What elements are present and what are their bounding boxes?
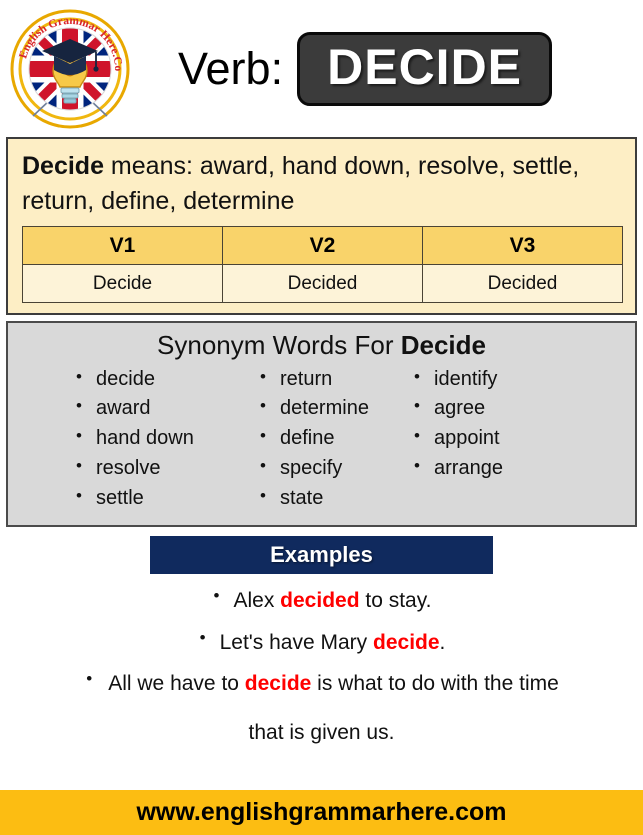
list-item: All we have to decide is what to do with…: [0, 657, 643, 747]
list-item: return: [258, 364, 412, 395]
verb-label: Verb:: [178, 43, 284, 94]
list-item: state: [258, 483, 412, 514]
example-3-keyword: decide: [244, 672, 312, 696]
meaning-panel: Decide means: award, hand down, resolve,…: [6, 137, 637, 315]
list-item: settle: [74, 483, 258, 514]
list-item: Alex decided to stay.: [0, 574, 643, 615]
example-text-2: Let's have Mary decide.: [198, 627, 446, 657]
example-2-pre: Let's have Mary: [219, 630, 374, 654]
examples-title: Examples: [270, 542, 373, 568]
list-item: Let's have Mary decide.: [0, 616, 643, 657]
synonyms-title-word: Decide: [400, 330, 486, 360]
example-2-post: .: [439, 630, 446, 654]
example-text-1: Alex decided to stay.: [211, 585, 432, 615]
synonyms-column-1: decide award hand down resolve settle: [74, 364, 258, 514]
list-item: determine: [258, 393, 412, 424]
table-header-row: V1 V2 V3: [22, 226, 623, 265]
list-item: agree: [412, 393, 562, 424]
example-1-keyword: decided: [280, 589, 360, 613]
list-item: arrange: [412, 453, 562, 484]
meaning-lead: means:: [103, 152, 200, 180]
list-item: appoint: [412, 423, 562, 454]
example-3-pre: All we have to: [108, 672, 245, 696]
synonyms-column-2: return determine define specify state: [258, 364, 412, 514]
cell-v3: Decided: [422, 264, 623, 303]
list-item: specify: [258, 453, 412, 484]
synonyms-title-prefix: Synonym Words For: [157, 330, 401, 360]
verb-word-box: DECIDE: [297, 31, 553, 106]
synonyms-column-3: identify agree appoint arrange: [412, 364, 562, 514]
logo-container: English Grammar Here.Com: [0, 0, 140, 137]
examples-list: Alex decided to stay. Let's have Mary de…: [0, 574, 643, 746]
english-grammar-here-logo-icon: English Grammar Here.Com: [9, 8, 131, 130]
column-header-v3: V3: [422, 226, 623, 265]
example-3-line2: that is given us.: [248, 720, 395, 744]
example-text-3: All we have to decide is what to do with…: [84, 668, 559, 698]
meaning-word: Decide: [22, 152, 104, 180]
example-2-keyword: decide: [373, 630, 440, 654]
example-1-post: to stay.: [359, 589, 432, 613]
website-url[interactable]: www.englishgrammarhere.com: [136, 798, 506, 827]
verb-word: DECIDE: [327, 39, 523, 95]
verb-forms-table: V1 V2 V3 Decide Decided Decided: [22, 226, 623, 303]
list-item: define: [258, 423, 412, 454]
example-3-post: is what to do with the time: [311, 672, 559, 696]
list-item: hand down: [74, 423, 258, 454]
list-item: decide: [74, 364, 258, 395]
synonyms-panel: Synonym Words For Decide decide award ha…: [6, 321, 637, 528]
example-1-pre: Alex: [233, 589, 281, 613]
list-item: identify: [412, 364, 562, 395]
examples-header-bar: Examples: [150, 536, 493, 575]
synonyms-columns: decide award hand down resolve settle re…: [16, 364, 627, 514]
cell-v2: Decided: [222, 264, 423, 303]
synonyms-title: Synonym Words For Decide: [16, 329, 627, 362]
page-header: English Grammar Here.Com Verb: DECIDE: [0, 0, 643, 137]
list-item: resolve: [74, 453, 258, 484]
column-header-v1: V1: [22, 226, 223, 265]
list-item: award: [74, 393, 258, 424]
footer-website-bar[interactable]: www.englishgrammarhere.com: [0, 790, 643, 835]
meaning-sentence: Decide means: award, hand down, resolve,…: [22, 149, 623, 218]
table-row: Decide Decided Decided: [22, 264, 623, 303]
column-header-v2: V2: [222, 226, 423, 265]
cell-v1: Decide: [22, 264, 223, 303]
